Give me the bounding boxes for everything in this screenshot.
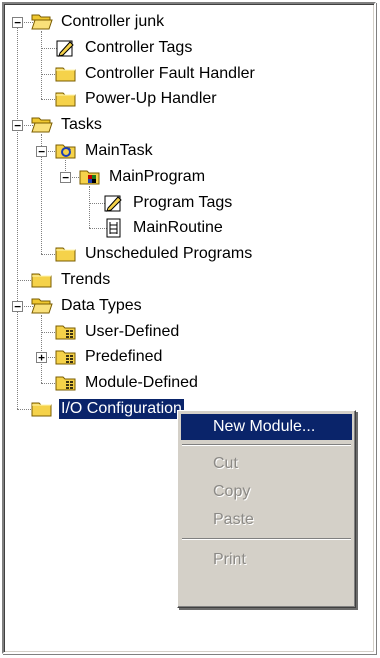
folder-open-icon xyxy=(31,115,53,135)
tree-item[interactable]: Module-Defined xyxy=(55,370,200,396)
folder-icon xyxy=(55,64,77,84)
tree-item[interactable]: Program Tags xyxy=(103,190,234,216)
tree-connector xyxy=(89,185,90,229)
program-icon xyxy=(79,167,101,187)
tags-pencil-icon xyxy=(55,38,77,58)
tree-connector xyxy=(41,30,42,100)
tree-item-label: Data Types xyxy=(61,296,142,314)
tree-item-label: I/O Configuration xyxy=(58,397,185,420)
tree-item-label: Tasks xyxy=(61,116,102,134)
folder-icon xyxy=(55,244,77,264)
tree-item-label: MainTask xyxy=(85,141,153,159)
tree-connector xyxy=(17,21,18,409)
tree-item-label: Controller junk xyxy=(61,12,165,30)
task-icon xyxy=(55,141,77,161)
menu-item-copy[interactable]: Copy xyxy=(181,479,352,505)
tree-item[interactable]: User-Defined xyxy=(55,319,181,345)
menu-item-new-module[interactable]: New Module... xyxy=(181,414,352,440)
menu-item-cut[interactable]: Cut xyxy=(181,451,352,477)
tree-item[interactable]: MainRoutine xyxy=(103,215,225,241)
tree-item-label: Module-Defined xyxy=(85,374,198,392)
expand-toggle[interactable]: + xyxy=(36,352,47,364)
tree-item[interactable]: Tasks xyxy=(31,112,104,138)
tree-item[interactable]: Controller Fault Handler xyxy=(55,61,257,87)
folder-open-icon xyxy=(31,12,53,32)
tree-item[interactable]: Trends xyxy=(31,267,112,293)
tree-item-label: User-Defined xyxy=(85,322,180,340)
tree-item-label: Power-Up Handler xyxy=(85,90,217,108)
tree-item[interactable]: Unscheduled Programs xyxy=(55,241,254,267)
datatype-folder-icon xyxy=(55,347,77,367)
tree-item-label: Predefined xyxy=(85,348,163,366)
tree-item[interactable]: Power-Up Handler xyxy=(55,86,219,112)
collapse-toggle[interactable]: − xyxy=(12,120,23,132)
tree-item[interactable]: I/O Configuration xyxy=(31,396,185,422)
tree-item[interactable]: Predefined xyxy=(55,344,164,370)
tree-item[interactable]: Data Types xyxy=(31,293,144,319)
folder-open-icon xyxy=(31,296,53,316)
collapse-toggle[interactable]: − xyxy=(12,300,23,312)
collapse-toggle[interactable]: − xyxy=(60,171,71,183)
folder-icon xyxy=(31,270,53,290)
menu-separator xyxy=(182,538,351,540)
tree-item[interactable]: MainTask xyxy=(55,138,155,164)
tree-item-label: MainRoutine xyxy=(133,219,223,237)
tree-connector xyxy=(41,314,42,384)
folder-icon xyxy=(55,89,77,109)
tree-item-label: Controller Fault Handler xyxy=(85,64,255,82)
menu-item-print[interactable]: Print xyxy=(181,547,352,573)
menu-separator xyxy=(182,444,351,446)
tree-item-label: Unscheduled Programs xyxy=(85,245,253,263)
tree-item-label: Program Tags xyxy=(133,193,233,211)
tree-item-label: Controller Tags xyxy=(85,38,193,56)
collapse-toggle[interactable]: − xyxy=(36,145,47,157)
context-menu: New Module... Cut Copy Paste Print xyxy=(177,410,356,608)
tree-item-label: Trends xyxy=(61,270,111,288)
menu-item-paste[interactable]: Paste xyxy=(181,507,352,533)
tree-item[interactable]: MainProgram xyxy=(79,164,207,190)
datatype-folder-icon xyxy=(55,322,77,342)
collapse-toggle[interactable]: − xyxy=(12,16,23,28)
routine-icon xyxy=(103,218,125,238)
tree-item[interactable]: Controller junk xyxy=(31,9,166,35)
datatype-folder-icon xyxy=(55,373,77,393)
tree-item[interactable]: Controller Tags xyxy=(55,35,194,61)
tree-item-label: MainProgram xyxy=(109,167,206,185)
tags-pencil-icon xyxy=(103,193,125,213)
folder-icon xyxy=(31,399,53,419)
